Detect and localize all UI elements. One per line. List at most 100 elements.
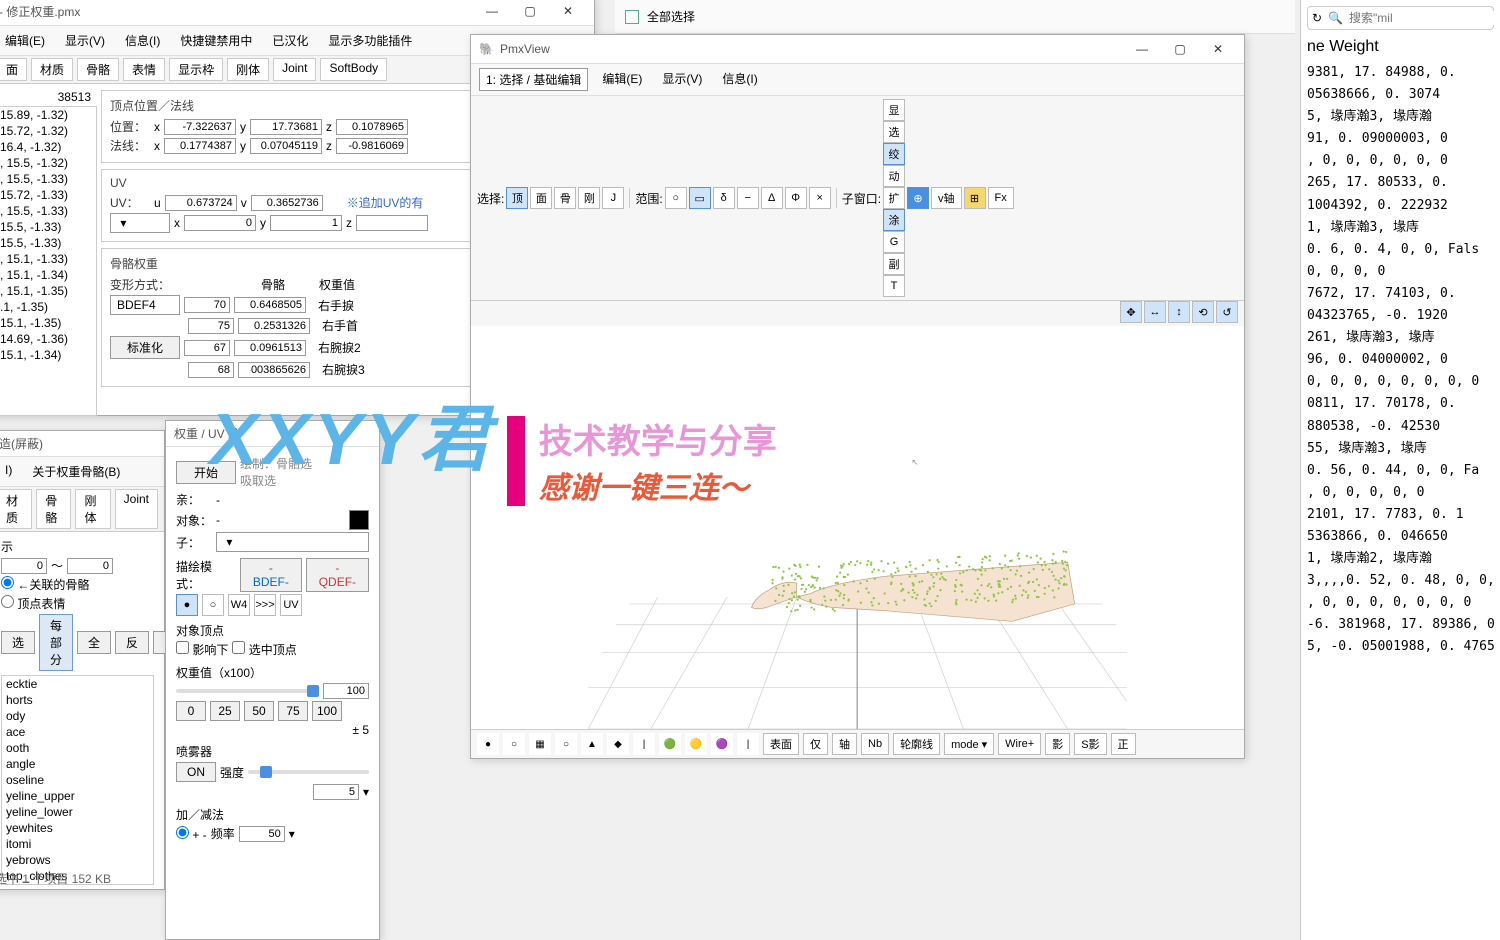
vertex-item[interactable]: 15.89, -1.32)	[0, 107, 96, 123]
pvb-icon[interactable]: 🟢	[659, 733, 681, 755]
pvb-icon[interactable]: ▦	[529, 733, 551, 755]
vertex-item[interactable]: , 15.1, -1.34)	[0, 267, 96, 283]
ed-menu-5[interactable]: 显示多功能插件	[322, 30, 418, 51]
wp-btn-1[interactable]: 每部分	[39, 614, 73, 671]
radio-related[interactable]: ←关联的骨骼	[1, 576, 89, 593]
pvb-2[interactable]: 轴	[832, 733, 857, 755]
search-input[interactable]	[1349, 11, 1500, 25]
pv-menu-info[interactable]: 信息(I)	[716, 68, 763, 91]
wp-tab-2[interactable]: 刚体	[75, 489, 110, 529]
child-select[interactable]: ▾	[216, 532, 369, 552]
pv-close-icon[interactable]: ✕	[1200, 39, 1236, 59]
fx-button[interactable]: Fx	[988, 187, 1014, 209]
ed-menu-2[interactable]: 信息(I)	[119, 30, 166, 51]
pvb-icon[interactable]: ◆	[607, 733, 629, 755]
vertex-item[interactable]: 16.4, -1.32)	[0, 139, 96, 155]
select-all-tab[interactable]: 全部选择	[647, 8, 695, 25]
pv-max-icon[interactable]: ▢	[1162, 39, 1198, 59]
uv-v[interactable]	[251, 195, 323, 211]
wp-item-11[interactable]: yebrows	[2, 852, 153, 868]
pvb-icon[interactable]: ○	[503, 733, 525, 755]
wp-menu-1[interactable]: 关于权重骨骼(B)	[26, 461, 126, 482]
weight-slider[interactable]	[176, 689, 319, 693]
ed-menu-3[interactable]: 快捷键禁用中	[174, 30, 258, 51]
sub-8[interactable]: T	[883, 275, 905, 297]
sub-0[interactable]: 显	[883, 99, 905, 121]
w4-button[interactable]: W4	[228, 594, 250, 616]
vertex-item[interactable]: , 15.1, -1.35)	[0, 283, 96, 299]
more-button[interactable]: >>>	[254, 594, 276, 616]
freq-value[interactable]	[239, 826, 285, 842]
pvb-3[interactable]: Nb	[861, 733, 889, 755]
close-icon[interactable]: ✕	[550, 1, 586, 21]
preset-50[interactable]: 50	[244, 701, 274, 721]
sel-face[interactable]: 面	[530, 187, 552, 209]
spray-value[interactable]	[313, 784, 359, 800]
ed-tab-3[interactable]: 表情	[123, 58, 165, 81]
range-from[interactable]	[1, 558, 47, 574]
range-rect-icon[interactable]: ▭	[689, 187, 711, 209]
start-button[interactable]: 开始	[176, 461, 236, 484]
vertex-item[interactable]: 15.1, -1.35)	[0, 315, 96, 331]
sub-6[interactable]: G	[883, 231, 905, 253]
ed-menu-1[interactable]: 显示(V)	[59, 30, 111, 51]
chk-affect[interactable]: 影响下	[176, 641, 228, 658]
wp-item-8[interactable]: yeline_lower	[2, 804, 153, 820]
wp-item-10[interactable]: itomi	[2, 836, 153, 852]
strength-slider[interactable]	[248, 770, 369, 774]
reset-icon[interactable]: ↺	[1216, 301, 1238, 323]
sub-4[interactable]: 扩	[883, 187, 905, 209]
sub-7[interactable]: 副	[883, 253, 905, 275]
uv2-x[interactable]	[184, 215, 256, 231]
vertex-item[interactable]: 15.5, -1.33)	[0, 235, 96, 251]
wp-item-6[interactable]: oseline	[2, 772, 153, 788]
norm-z[interactable]	[336, 138, 408, 154]
ed-tab-4[interactable]: 显示枠	[169, 58, 223, 81]
preset-25[interactable]: 25	[210, 701, 240, 721]
bone-idx-0[interactable]	[184, 297, 230, 313]
pvb-5[interactable]: mode ▾	[944, 733, 994, 755]
sub-5[interactable]: 涂	[883, 209, 905, 231]
sel-bone[interactable]: 骨	[554, 187, 576, 209]
circle-outline-icon[interactable]: ○	[202, 594, 224, 616]
bone-weight-0[interactable]	[234, 297, 306, 313]
pvb-8[interactable]: S影	[1074, 733, 1106, 755]
uv-extra-select[interactable]: ▾	[110, 213, 170, 233]
wp-tab-0[interactable]: 材质	[0, 489, 32, 529]
min-icon[interactable]: —	[474, 1, 510, 21]
weight-value[interactable]	[323, 683, 369, 699]
bone-idx-3[interactable]	[188, 362, 234, 378]
move-xy-icon[interactable]: ↔	[1144, 301, 1166, 323]
sel-vertex[interactable]: 顶	[506, 187, 528, 209]
pvb-7[interactable]: 影	[1045, 733, 1070, 755]
uv-button[interactable]: UV	[280, 594, 302, 616]
wp-menu-0[interactable]: I)	[0, 461, 18, 482]
pvb-0[interactable]: 表面	[763, 733, 799, 755]
pvb-icon[interactable]: ○	[555, 733, 577, 755]
vertex-item[interactable]: , 15.1, -1.33)	[0, 251, 96, 267]
norm-x[interactable]	[164, 138, 236, 154]
sub-2[interactable]: 绞	[883, 143, 905, 165]
preset-0[interactable]: 0	[176, 701, 206, 721]
bone-weight-3[interactable]	[238, 362, 310, 378]
wp-item-4[interactable]: ooth	[2, 740, 153, 756]
qdef-button[interactable]: -QDEF-	[306, 558, 369, 592]
wp-item-2[interactable]: ody	[2, 708, 153, 724]
bone-weight-2[interactable]	[234, 340, 306, 356]
grid-icon[interactable]: ⊞	[964, 187, 986, 209]
axis-icon[interactable]: ⊕	[907, 187, 929, 209]
bone-weight-1[interactable]	[238, 318, 310, 334]
sub-3[interactable]: 动	[883, 165, 905, 187]
wp-btn-3[interactable]: 反	[115, 631, 149, 654]
pos-y[interactable]	[250, 119, 322, 135]
cross-icon[interactable]: ×	[809, 187, 831, 209]
ed-tab-1[interactable]: 材质	[31, 58, 73, 81]
ed-tab-7[interactable]: SoftBody	[320, 58, 387, 81]
radio-plus[interactable]: + -	[176, 826, 207, 842]
material-list[interactable]: ecktiehortsodyaceoothangleoselineyeline_…	[1, 675, 154, 885]
move-z-icon[interactable]: ↕	[1168, 301, 1190, 323]
max-icon[interactable]: ▢	[512, 1, 548, 21]
mode-select[interactable]: 1: 选择 / 基础编辑	[479, 68, 588, 91]
delta-icon[interactable]: δ	[713, 187, 735, 209]
pvb-icon[interactable]: 🟣	[711, 733, 733, 755]
